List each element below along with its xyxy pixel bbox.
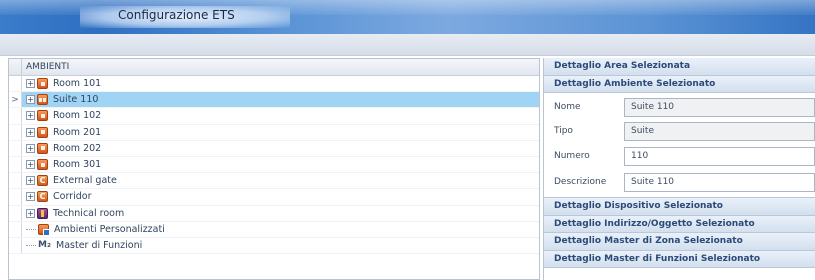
tree-header-label: AMBIENTI — [26, 62, 70, 72]
numero-label: Numero — [554, 151, 590, 161]
tipo-label: Tipo — [554, 126, 573, 136]
title-bar: Configurazione ETS — [0, 0, 815, 34]
common-area-icon: C — [37, 191, 48, 203]
current-row-pointer-icon: > — [11, 94, 19, 105]
expand-icon[interactable]: + — [26, 143, 35, 153]
row-gutter — [9, 237, 22, 254]
ambient-detail-form: Nome Suite 110 Tipo Suite Numero 110 Des… — [544, 93, 815, 198]
tree-item-label: Suite 110 — [53, 94, 99, 106]
tree-row[interactable]: + Room 202 — [9, 140, 539, 157]
expand-icon[interactable]: + — [26, 208, 35, 218]
row-gutter: > — [9, 92, 22, 108]
tree-item-label: External gate — [53, 175, 117, 187]
room-icon — [37, 110, 48, 122]
expand-icon[interactable]: + — [26, 176, 35, 186]
common-area-icon: C — [37, 175, 48, 187]
row-gutter — [9, 189, 22, 205]
tree-item-label: Room 101 — [53, 78, 102, 90]
tree-row[interactable]: + C Corridor — [9, 189, 539, 206]
tree-row[interactable]: > + Suite 110 — [9, 92, 539, 109]
tree-item-label: Room 202 — [53, 142, 102, 154]
custom-ambient-icon — [38, 223, 50, 236]
tree-item-label: Room 301 — [53, 159, 102, 171]
tree-row[interactable]: + Room 101 — [9, 76, 539, 93]
room-icon — [37, 126, 48, 138]
tree-item-label: Room 102 — [53, 110, 102, 122]
ambient-tree-panel: AMBIENTI + Room 101 > + Suite 110 + Room 102 + R… — [8, 58, 540, 280]
section-zone-master-detail[interactable]: Dettaglio Master di Zona Selezionato — [544, 233, 815, 251]
tree-row[interactable]: + C External gate — [9, 173, 539, 190]
tree-item-label: Room 201 — [53, 126, 102, 138]
tree-row[interactable]: + Room 301 — [9, 156, 539, 174]
section-function-master-detail[interactable]: Dettaglio Master di Funzioni Selezionato — [544, 250, 815, 268]
row-gutter — [9, 156, 22, 173]
room-icon — [37, 78, 48, 90]
field-row-tipo: Tipo Suite — [544, 119, 815, 143]
suite-icon — [37, 94, 48, 106]
details-panel: Dettaglio Area Selezionata Dettaglio Amb… — [543, 58, 815, 280]
room-icon — [37, 159, 48, 171]
numero-field[interactable]: 110 — [624, 146, 815, 166]
window-title: Configurazione ETS — [118, 8, 235, 22]
room-icon — [37, 142, 48, 154]
tree-row[interactable]: + Room 102 — [9, 108, 539, 125]
descrizione-field[interactable]: Suite 110 — [624, 172, 815, 192]
field-row-nome: Nome Suite 110 — [544, 95, 815, 119]
main-window: Configurazione ETS AMBIENTI + Room 101 > + S… — [0, 0, 815, 280]
tipo-field[interactable]: Suite — [624, 121, 815, 141]
field-row-descrizione: Descrizione Suite 110 — [544, 169, 815, 195]
tree-item-label: Corridor — [53, 191, 92, 203]
technical-room-icon — [37, 207, 48, 219]
tree-item-label: Ambienti Personalizzati — [54, 223, 165, 235]
tree-connector — [26, 228, 36, 230]
section-ambient-detail[interactable]: Dettaglio Ambiente Selezionato — [544, 75, 815, 93]
section-address-detail[interactable]: Dettaglio Indirizzo/Oggetto Selezionato — [544, 215, 815, 233]
toolbar-strip — [0, 34, 815, 56]
field-row-numero: Numero 110 — [544, 143, 815, 169]
master-functions-icon: M₂ — [38, 240, 51, 251]
expand-icon[interactable]: + — [26, 192, 35, 202]
expand-icon[interactable]: + — [26, 79, 35, 89]
section-device-detail[interactable]: Dettaglio Dispositivo Selezionato — [544, 198, 815, 216]
expand-icon[interactable]: + — [26, 95, 35, 105]
tree-header: AMBIENTI — [9, 59, 539, 76]
expand-icon[interactable]: + — [26, 160, 35, 170]
row-gutter — [9, 76, 22, 92]
row-gutter — [9, 221, 22, 237]
tree-row[interactable]: + Technical room — [9, 205, 539, 222]
tree-rows: + Room 101 > + Suite 110 + Room 102 + Room 201 + R… — [9, 76, 539, 255]
row-gutter — [9, 173, 22, 189]
tree-row[interactable]: Ambienti Personalizzati — [9, 221, 539, 238]
row-gutter — [9, 140, 22, 156]
row-gutter — [9, 205, 22, 221]
expand-icon[interactable]: + — [26, 111, 35, 121]
expand-icon[interactable]: + — [26, 127, 35, 137]
nome-label: Nome — [554, 102, 581, 112]
tree-connector — [26, 244, 36, 246]
tree-item-label: Master di Funzioni — [56, 239, 143, 251]
tree-item-label: Technical room — [53, 207, 125, 219]
nome-field[interactable]: Suite 110 — [624, 97, 815, 117]
descrizione-label: Descrizione — [554, 177, 607, 187]
tree-row[interactable]: M₂ Master di Funzioni — [9, 237, 539, 255]
header-row-gutter — [9, 59, 22, 75]
row-gutter — [9, 124, 22, 140]
section-area-detail[interactable]: Dettaglio Area Selezionata — [544, 58, 815, 76]
row-gutter — [9, 108, 22, 124]
tree-row[interactable]: + Room 201 — [9, 124, 539, 141]
